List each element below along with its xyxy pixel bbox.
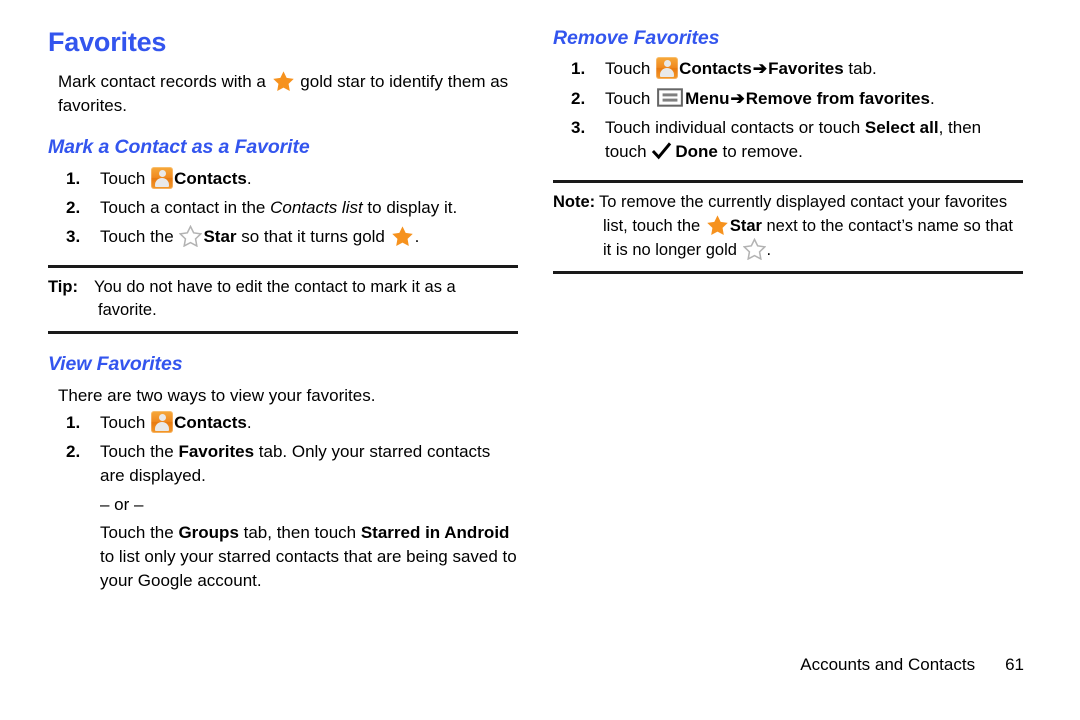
- step-text: Touch: [605, 88, 656, 108]
- step-bold-2: Done: [675, 141, 718, 161]
- step-item: 1. Touch Contacts.: [48, 411, 518, 435]
- step-item: 1. Touch Contacts➔Favorites tab.: [553, 57, 1023, 81]
- step-item: 1. Touch Contacts.: [48, 166, 518, 191]
- step-item: 2. Touch the Favorites tab. Only your sta…: [48, 440, 518, 488]
- step-tail: .: [246, 413, 252, 433]
- note-label: Note:: [553, 192, 596, 211]
- step-tail: so that it turns gold: [236, 226, 390, 246]
- step-bold-2: Remove from favorites: [745, 88, 930, 108]
- step-number: 2.: [571, 88, 586, 108]
- gold-star-icon: [707, 215, 728, 235]
- alt-bold-starred: Starred in Android: [360, 522, 510, 542]
- intro-text-before: Mark contact records with a: [58, 72, 271, 92]
- step-item: 2. Touch Menu➔Remove from favorites.: [553, 87, 1023, 111]
- tip-callout: Tip: You do not have to edit the contact …: [48, 265, 518, 335]
- contacts-icon: [151, 411, 174, 434]
- alt-text-2: tab, then touch: [238, 522, 361, 542]
- step-bold: Contacts: [679, 59, 752, 79]
- heading-remove-favorites: Remove Favorites: [553, 27, 720, 49]
- footer-page-number: 61: [1005, 655, 1024, 674]
- step-bold: Star: [203, 226, 237, 246]
- step-tail: .: [246, 168, 252, 188]
- step-bold: Contacts: [174, 168, 247, 188]
- step-bold: Menu: [685, 88, 730, 108]
- step-text: Touch a contact in the: [100, 197, 271, 217]
- step-number: 3.: [66, 226, 81, 246]
- or-separator: – or –: [100, 494, 144, 514]
- step-item: 2. Touch a contact in the Contacts list t…: [48, 196, 518, 220]
- heading-view-favorites: View Favorites: [48, 353, 183, 376]
- step-text: Touch individual contacts or touch: [605, 117, 865, 137]
- left-column: Favorites Mark contact records with a go…: [48, 28, 518, 593]
- step-number: 1.: [571, 59, 586, 79]
- step-text: Touch: [100, 168, 151, 188]
- arrow-right-icon: ➔: [752, 59, 768, 79]
- step-tail: .: [929, 88, 935, 108]
- note-period: .: [766, 241, 772, 260]
- step-text: Touch the: [100, 226, 179, 246]
- step-number: 2.: [66, 442, 81, 462]
- step-italic: Contacts list: [270, 197, 363, 217]
- check-icon: [652, 142, 672, 160]
- contacts-icon: [151, 166, 174, 189]
- step-bold: Select all: [864, 117, 939, 137]
- note-callout: Note: To remove the currently displayed c…: [553, 179, 1023, 275]
- step-text: Touch: [605, 59, 656, 79]
- step-bold: Favorites: [178, 442, 255, 462]
- step-tail: to remove.: [717, 141, 803, 161]
- step-number: 1.: [66, 413, 81, 433]
- step-tail: tab.: [843, 59, 877, 79]
- page-title: Favorites: [48, 27, 167, 57]
- manual-page: Favorites Mark contact records with a go…: [0, 0, 1080, 720]
- alt-text-3: to list only your starred contacts that …: [100, 546, 517, 590]
- view-favorites-steps: 1. Touch Contacts. 2. Touch the Favorites …: [48, 411, 518, 488]
- step-number: 2.: [66, 197, 81, 217]
- step-item: 3. Touch individual contacts or touch Sel…: [553, 116, 1023, 164]
- step-number: 3.: [571, 117, 586, 137]
- step-text: Touch the: [100, 442, 179, 462]
- step-item: 3. Touch the Star so that it turns gold .: [48, 224, 518, 249]
- heading-mark-contact: Mark a Contact as a Favorite: [48, 136, 310, 159]
- note-body: Note: To remove the currently displayed c…: [553, 191, 1023, 262]
- step-text: Touch: [100, 413, 151, 433]
- step-period: .: [414, 226, 420, 246]
- contacts-icon: [656, 57, 679, 80]
- gold-star-icon: [272, 71, 294, 92]
- remove-favorites-steps: 1. Touch Contacts➔Favorites tab. 2. Touch …: [553, 57, 1023, 164]
- mark-contact-steps: 1. Touch Contacts. 2. Touch a contact in t…: [48, 166, 518, 249]
- step-bold-2: Favorites: [768, 59, 844, 79]
- tip-label: Tip:: [48, 278, 78, 297]
- empty-star-icon: [179, 224, 203, 247]
- step-number: 1.: [66, 168, 81, 188]
- right-column: Remove Favorites 1. Touch Contacts➔Favori…: [553, 27, 1023, 275]
- gold-star-icon: [391, 226, 413, 246]
- intro-paragraph: Mark contact records with a gold star to…: [48, 70, 518, 117]
- step-bold: Contacts: [174, 413, 247, 433]
- footer-chapter-label: Accounts and Contacts: [800, 655, 976, 674]
- step-tail: to display it.: [362, 197, 458, 217]
- view-intro-paragraph: There are two ways to view your favorite…: [58, 385, 376, 405]
- page-footer: Accounts and Contacts 61: [0, 655, 1024, 675]
- menu-icon: [657, 87, 684, 107]
- alt-text: Touch the: [100, 522, 179, 542]
- note-bold: Star: [729, 217, 762, 236]
- arrow-right-icon: ➔: [730, 88, 745, 108]
- alternate-step: Touch the Groups tab, then touch Starred…: [48, 521, 518, 593]
- alt-bold-groups: Groups: [178, 522, 239, 542]
- tip-text: You do not have to edit the contact to m…: [94, 278, 456, 320]
- empty-star-icon: [742, 238, 766, 261]
- tip-body: Tip: You do not have to edit the contact …: [48, 276, 518, 322]
